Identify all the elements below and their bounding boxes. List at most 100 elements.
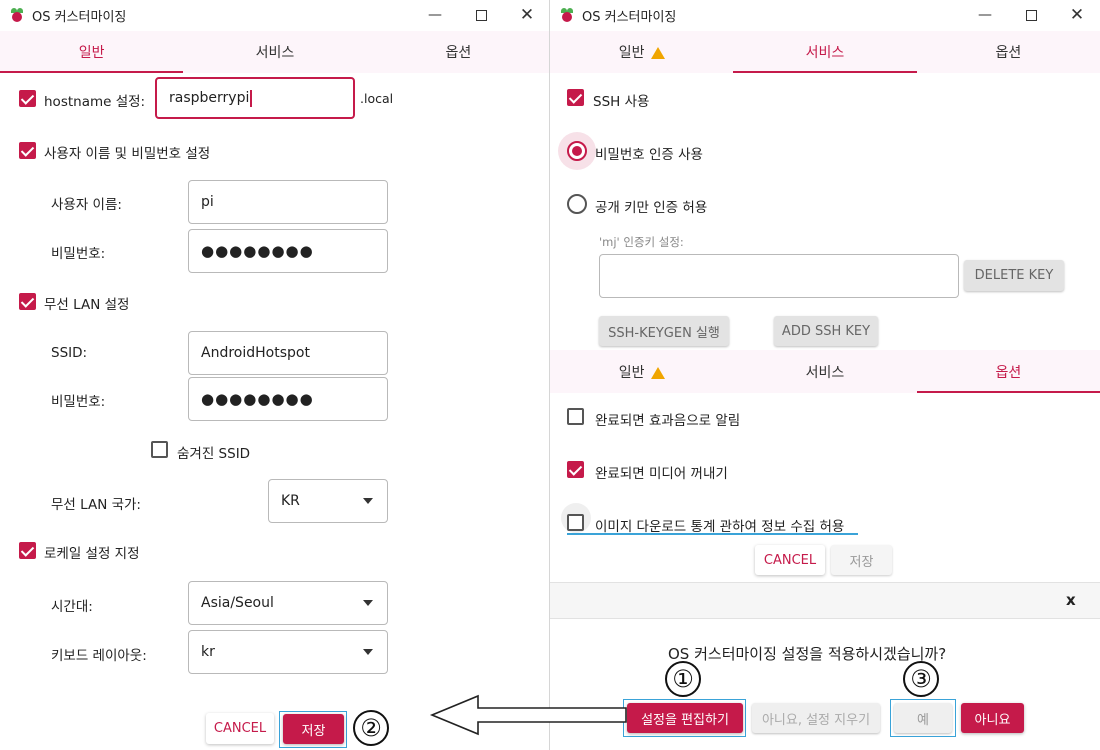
telemetry-label: 이미지 다운로드 통계 관하여 정보 수집 허용	[595, 519, 845, 535]
close-icon[interactable]: ✕	[504, 0, 550, 30]
left-window: OS 커스터마이징 — ✕ 일반 서비스 옵션 hostname 설정: ras…	[0, 0, 550, 750]
raspberry-icon	[560, 8, 574, 22]
yes-button[interactable]: 예	[894, 703, 952, 733]
username-value: pi	[201, 194, 214, 210]
window-title: OS 커스터마이징	[582, 9, 677, 25]
timezone-label: 시간대:	[51, 599, 93, 615]
warning-icon	[650, 366, 665, 379]
beep-checkbox[interactable]	[567, 408, 584, 425]
right-tabbar: 일반 서비스 옵션	[550, 31, 1100, 73]
authkey-label: 'mj' 인증키 설정:	[599, 235, 684, 249]
arrow-left-icon	[429, 694, 627, 736]
hostname-suffix: .local	[360, 91, 394, 106]
pubkey-label: 공개 키만 인증 허용	[595, 200, 708, 216]
wifi-section-label: 무선 LAN 설정	[44, 297, 130, 313]
no-clear-button[interactable]: 아니요, 설정 지우기	[752, 703, 880, 733]
tab-services[interactable]: 서비스	[733, 31, 917, 73]
add-key-button[interactable]: ADD SSH KEY	[774, 316, 878, 346]
password-value: ●●●●●●●●	[201, 242, 314, 260]
tab-general[interactable]: 일반	[550, 31, 733, 73]
chevron-down-icon	[363, 649, 373, 655]
tab-label: 일반	[618, 45, 645, 61]
country-select[interactable]: KR	[268, 479, 388, 523]
password-label: 비밀번호:	[51, 246, 106, 262]
cancel-button[interactable]: CANCEL	[755, 545, 825, 575]
tab-options[interactable]: 옵션	[916, 350, 1100, 393]
tab-services[interactable]: 서비스	[733, 350, 916, 393]
locale-checkbox[interactable]	[19, 542, 36, 559]
edit-settings-button[interactable]: 설정을 편집하기	[627, 703, 743, 733]
ssid-label: SSID:	[51, 345, 88, 361]
close-icon[interactable]: ✕	[1054, 0, 1100, 30]
step-3-marker: ③	[903, 661, 939, 697]
step-2-marker: ②	[353, 710, 389, 746]
keyboard-select[interactable]: kr	[188, 630, 388, 674]
hidden-ssid-checkbox[interactable]	[151, 441, 168, 458]
focus-underline	[567, 533, 858, 535]
no-button[interactable]: 아니요	[961, 703, 1024, 733]
ssh-checkbox[interactable]	[567, 89, 584, 106]
tab-options[interactable]: 옵션	[367, 31, 550, 73]
tab-label: 일반	[78, 45, 105, 61]
eject-label: 완료되면 미디어 꺼내기	[595, 466, 728, 482]
chevron-down-icon	[363, 498, 373, 504]
save-button[interactable]: 저장	[831, 545, 892, 575]
beep-label: 완료되면 효과음으로 알림	[595, 413, 741, 429]
username-input[interactable]: pi	[188, 180, 388, 224]
wifi-password-label: 비밀번호:	[51, 394, 106, 410]
cancel-button[interactable]: CANCEL	[206, 713, 274, 744]
timezone-select[interactable]: Asia/Seoul	[188, 581, 388, 625]
tab-services[interactable]: 서비스	[183, 31, 366, 73]
ssid-input[interactable]: AndroidHotspot	[188, 331, 388, 375]
authkey-input[interactable]	[599, 254, 959, 298]
password-auth-label: 비밀번호 인증 사용	[595, 147, 703, 163]
tab-general[interactable]: 일반	[0, 31, 184, 73]
tab-general[interactable]: 일반	[550, 350, 733, 393]
ssh-label: SSH 사용	[593, 94, 650, 110]
dialog-close-icon[interactable]: x	[1066, 591, 1076, 609]
chevron-down-icon	[363, 600, 373, 606]
pubkey-radio[interactable]	[567, 194, 587, 214]
locale-section-label: 로케일 설정 지정	[44, 546, 140, 562]
left-tabbar: 일반 서비스 옵션	[0, 31, 550, 73]
save-button[interactable]: 저장	[283, 714, 344, 744]
dialog-header	[550, 583, 1100, 619]
wifi-password-input[interactable]: ●●●●●●●●	[188, 377, 388, 421]
hostname-checkbox[interactable]	[19, 90, 36, 107]
username-label: 사용자 이름:	[51, 197, 122, 213]
wifi-password-value: ●●●●●●●●	[201, 390, 314, 408]
right-window: OS 커스터마이징 — ✕ 일반 서비스 옵션 SSH 사용 비밀번호 인증 사…	[550, 0, 1100, 750]
user-section-label: 사용자 이름 및 비밀번호 설정	[44, 146, 211, 162]
tab-options[interactable]: 옵션	[917, 31, 1100, 73]
maximize-icon[interactable]	[1008, 0, 1054, 30]
dialog-question: OS 커스터마이징 설정을 적용하시겠습니까?	[668, 645, 947, 663]
tab-underline	[0, 71, 183, 73]
eject-checkbox[interactable]	[567, 461, 584, 478]
keyboard-value: kr	[201, 644, 215, 660]
keygen-button[interactable]: SSH-KEYGEN 실행	[599, 316, 729, 346]
delete-key-button[interactable]: DELETE KEY	[964, 260, 1064, 291]
step-1-marker: ①	[665, 661, 701, 697]
options-tabbar: 일반 서비스 옵션	[550, 350, 1100, 393]
hostname-input[interactable]: raspberrypi	[155, 77, 355, 119]
raspberry-icon	[10, 8, 24, 22]
hidden-ssid-label: 숨겨진 SSID	[177, 446, 251, 462]
country-value: KR	[281, 493, 300, 509]
wifi-checkbox[interactable]	[19, 293, 36, 310]
maximize-icon[interactable]	[458, 0, 504, 30]
warning-icon	[650, 47, 665, 59]
tab-label: 서비스	[805, 45, 845, 61]
minimize-icon[interactable]: —	[412, 0, 458, 30]
tab-label: 옵션	[995, 45, 1022, 61]
password-input[interactable]: ●●●●●●●●	[188, 229, 388, 273]
tab-label: 일반	[618, 364, 645, 381]
user-checkbox[interactable]	[19, 142, 36, 159]
window-title: OS 커스터마이징	[32, 9, 127, 25]
password-auth-radio[interactable]	[567, 141, 587, 161]
minimize-icon[interactable]: —	[962, 0, 1008, 30]
telemetry-checkbox[interactable]	[567, 514, 584, 531]
country-label: 무선 LAN 국가:	[51, 497, 141, 513]
text-cursor	[250, 89, 252, 107]
tab-label: 옵션	[445, 45, 472, 61]
tab-label: 서비스	[255, 45, 295, 61]
